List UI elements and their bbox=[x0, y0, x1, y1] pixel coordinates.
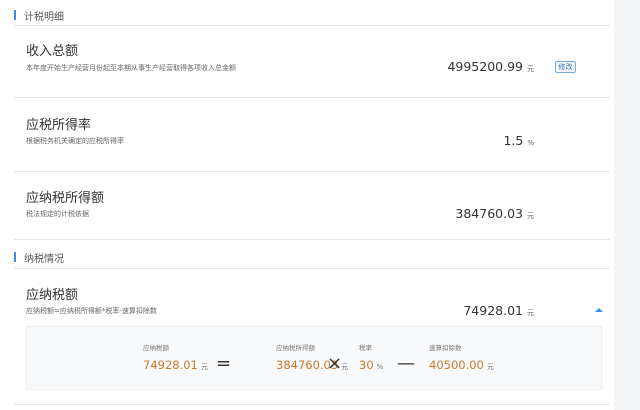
section-title: 计税明细 bbox=[24, 11, 64, 23]
rate-title: 应税所得率 bbox=[26, 118, 92, 133]
calc-rate-amount: 30 bbox=[359, 358, 374, 372]
taxable-title: 应纳税所得额 bbox=[26, 191, 105, 206]
calc-rate: 税率 30 % bbox=[359, 342, 383, 372]
divider bbox=[14, 97, 610, 98]
calc-deduction-amount: 40500.00 bbox=[429, 358, 484, 372]
taxable-value: 384760.03 元 bbox=[455, 206, 534, 221]
tax-payable-amount: 74928.01 bbox=[463, 303, 523, 318]
calc-breakdown: 应纳税额 74928.01 元 = 应纳税所得额 384760.03 元 × 税… bbox=[26, 326, 602, 390]
rate-value: 1.5 % bbox=[503, 133, 534, 148]
equals-sign: = bbox=[216, 353, 232, 374]
divider bbox=[14, 239, 610, 240]
income-unit: 元 bbox=[527, 65, 534, 73]
tax-payable-value: 74928.01 元 bbox=[463, 303, 534, 318]
taxable-amount: 384760.03 bbox=[455, 206, 523, 221]
divider bbox=[14, 25, 610, 26]
calc-rate-label: 税率 bbox=[359, 344, 372, 352]
section-title: 纳税情况 bbox=[24, 253, 64, 265]
section-accent-bar bbox=[14, 10, 16, 20]
divider bbox=[14, 268, 610, 269]
calc-rate-unit: % bbox=[376, 363, 384, 371]
edit-income-button[interactable]: 修改 bbox=[555, 61, 576, 73]
divider bbox=[14, 171, 610, 172]
section-accent-bar bbox=[14, 252, 16, 262]
rate-desc: 根据税务机关确定的应税所得率 bbox=[26, 137, 124, 145]
divider bbox=[14, 404, 610, 405]
rate-unit: % bbox=[527, 139, 534, 147]
calc-deduction: 速算扣除数 40500.00 元 bbox=[429, 342, 494, 372]
right-gutter bbox=[614, 0, 640, 410]
calc-deduction-unit: 元 bbox=[486, 363, 494, 371]
income-title: 收入总额 bbox=[26, 44, 79, 59]
tax-payable-desc: 应纳税额=应纳税所得额*税率-速算扣除数 bbox=[26, 307, 157, 315]
tax-payable-unit: 元 bbox=[527, 309, 534, 317]
taxable-unit: 元 bbox=[527, 212, 534, 220]
calc-deduction-label: 速算扣除数 bbox=[429, 344, 462, 352]
calc-base-unit: 元 bbox=[341, 363, 349, 371]
income-amount: 4995200.99 bbox=[447, 59, 523, 74]
calc-result-label: 应纳税额 bbox=[143, 344, 169, 352]
taxable-desc: 税法规定的计税依据 bbox=[26, 210, 89, 218]
minus-sign: — bbox=[397, 353, 415, 374]
section-header-tax-detail: 计税明细 bbox=[14, 4, 610, 26]
chevron-up-icon[interactable] bbox=[594, 306, 604, 314]
tax-payable-title: 应纳税额 bbox=[26, 288, 79, 303]
calc-result-amount: 74928.01 bbox=[143, 358, 198, 372]
calc-rate-value: 30 % bbox=[359, 358, 383, 372]
calc-result: 应纳税额 74928.01 元 bbox=[143, 342, 208, 372]
times-sign: × bbox=[327, 353, 343, 374]
section-header-tax-status: 纳税情况 bbox=[14, 246, 610, 268]
rate-amount: 1.5 bbox=[503, 133, 524, 148]
calc-base-label: 应纳税所得额 bbox=[276, 344, 315, 352]
income-desc: 本年度开始生产经营月份起至本期从事生产经营取得各项收入总金额 bbox=[26, 64, 236, 72]
calc-result-value: 74928.01 元 bbox=[143, 358, 208, 372]
calc-result-unit: 元 bbox=[200, 363, 208, 371]
income-value: 4995200.99 元 bbox=[447, 59, 534, 74]
calc-deduction-value: 40500.00 元 bbox=[429, 358, 494, 372]
